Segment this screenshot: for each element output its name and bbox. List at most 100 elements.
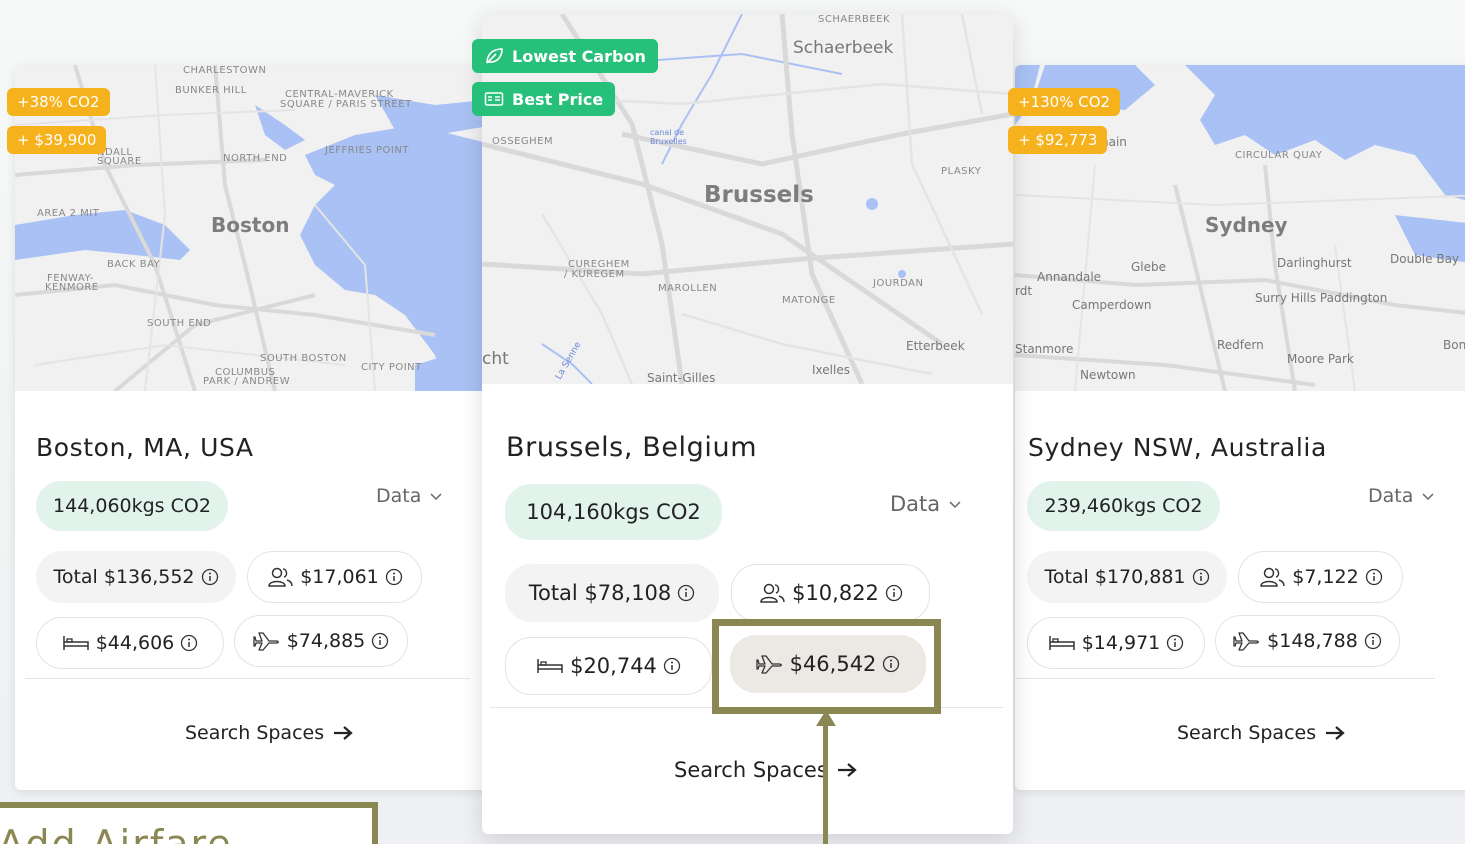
map-sublabel: Surry Hills Paddington <box>1255 291 1388 305</box>
airfare-cost-label: $148,788 <box>1267 630 1358 652</box>
map-sublabel: Ixelles <box>812 363 850 377</box>
map-label: NORTH END <box>223 153 288 164</box>
attendees-cost-pill[interactable]: $17,061 <box>247 551 422 603</box>
map-sublabel: Bruxelles <box>650 137 687 146</box>
co2-delta-badge: +130% CO2 <box>1008 88 1121 116</box>
airfare-highlight-box <box>712 619 941 714</box>
data-dropdown-label: Data <box>1368 485 1414 507</box>
map-sublabel: rdt <box>1015 284 1033 298</box>
city-title: Boston, MA, USA <box>36 433 254 462</box>
co2-pill: 239,460kgs CO2 <box>1027 481 1220 531</box>
info-icon[interactable] <box>677 584 695 602</box>
city-title: Sydney NSW, Australia <box>1028 433 1327 462</box>
price-delta-badge: + $39,900 <box>7 126 107 154</box>
attendees-cost-pill[interactable]: $7,122 <box>1238 551 1403 603</box>
data-dropdown[interactable]: Data <box>890 492 962 516</box>
search-spaces-button[interactable]: Search Spaces <box>185 722 354 744</box>
attendees-cost-label: $17,061 <box>300 566 379 588</box>
destination-card-sydney[interactable]: CIRCULAR QUAY Sydney nain Glebe Darlingh… <box>1015 65 1465 790</box>
attendees-cost-label: $10,822 <box>792 581 879 605</box>
info-icon[interactable] <box>1166 634 1184 652</box>
airplane-icon <box>253 632 279 651</box>
chevron-down-icon <box>949 501 961 509</box>
chevron-down-icon <box>1422 493 1434 501</box>
info-icon[interactable] <box>201 568 219 586</box>
total-cost-label: Total $136,552 <box>53 566 195 588</box>
map-label: CIRCULAR QUAY <box>1235 150 1323 161</box>
map-label: CHARLESTOWN <box>183 65 267 76</box>
info-icon[interactable] <box>371 632 389 650</box>
lodging-cost-pill[interactable]: $44,606 <box>36 617 224 669</box>
map-label: JOURDAN <box>873 278 924 289</box>
search-spaces-label: Search Spaces <box>185 722 325 744</box>
map-label: SOUTH END <box>147 318 212 329</box>
total-cost-pill[interactable]: Total $78,108 <box>505 564 719 622</box>
bed-icon <box>1048 636 1075 650</box>
destination-card-boston[interactable]: CHARLESTOWN BUNKER HILL CENTRAL-MAVERICK… <box>15 65 495 790</box>
price-tag-icon <box>484 92 504 106</box>
attendees-cost-pill[interactable]: $10,822 <box>731 564 930 622</box>
map-sublabel: Stanmore <box>1015 342 1074 356</box>
co2-delta-badge: +38% CO2 <box>7 88 110 116</box>
data-dropdown[interactable]: Data <box>1368 485 1435 507</box>
attendees-cost-label: $7,122 <box>1292 566 1359 588</box>
map-city-label: Sydney <box>1205 213 1288 237</box>
total-cost-label: Total $170,881 <box>1044 566 1186 588</box>
info-icon[interactable] <box>1364 632 1382 650</box>
divider <box>1015 678 1435 679</box>
map-label: SCHAERBEEK <box>818 14 891 25</box>
add-airfare-callout-text: Add Airfare <box>0 822 233 844</box>
map-sublabel: Moore Park <box>1287 352 1354 366</box>
map-label: BUNKER HILL <box>175 85 247 96</box>
map-sublabel: Schaerbeek <box>793 38 894 58</box>
map-sublabel: cht <box>482 349 509 369</box>
airplane-icon <box>1233 632 1260 651</box>
add-airfare-callout: Add Airfare <box>0 802 378 844</box>
search-spaces-button[interactable]: Search Spaces <box>674 758 858 782</box>
map-label: MATONGE <box>782 295 836 306</box>
info-icon[interactable] <box>385 568 403 586</box>
lodging-cost-pill[interactable]: $14,971 <box>1027 617 1205 669</box>
data-dropdown-label: Data <box>890 492 941 516</box>
airfare-cost-label: $74,885 <box>286 630 366 652</box>
callout-arrow-line <box>823 720 828 844</box>
info-icon[interactable] <box>1192 568 1210 586</box>
info-icon[interactable] <box>1365 568 1383 586</box>
lodging-cost-pill[interactable]: $20,744 <box>505 637 712 695</box>
search-spaces-button[interactable]: Search Spaces <box>1177 722 1346 744</box>
airfare-cost-pill[interactable]: $74,885 <box>234 615 408 667</box>
total-cost-pill[interactable]: Total $136,552 <box>36 551 236 603</box>
lowest-carbon-label: Lowest Carbon <box>512 46 646 66</box>
map-sublabel: Annandale <box>1037 270 1102 284</box>
search-spaces-label: Search Spaces <box>1177 722 1317 744</box>
city-title: Brussels, Belgium <box>506 432 758 463</box>
map-sublabel: Redfern <box>1217 338 1264 352</box>
total-cost-pill[interactable]: Total $170,881 <box>1027 551 1227 603</box>
map-label: SQUARE <box>97 156 142 167</box>
people-icon <box>268 567 293 587</box>
best-price-badge: Best Price <box>472 82 616 116</box>
map-sublabel: Bon <box>1443 338 1465 352</box>
map-label: AREA 2 MIT <box>37 208 100 219</box>
people-icon <box>760 583 785 603</box>
map-label: CITY POINT <box>361 362 422 373</box>
data-dropdown[interactable]: Data <box>376 485 443 507</box>
info-icon[interactable] <box>180 634 198 652</box>
map-label: PARK / ANDREW <box>203 376 291 387</box>
lodging-cost-label: $14,971 <box>1081 632 1161 654</box>
map-label: / KUREGEM <box>564 269 625 280</box>
map-sublabel: Etterbeek <box>906 339 965 353</box>
map-label: BACK BAY <box>107 259 161 270</box>
map-sublabel: Darlinghurst <box>1277 256 1352 270</box>
info-icon[interactable] <box>663 657 681 675</box>
map-label: SOUTH BOSTON <box>260 353 347 364</box>
lodging-cost-label: $20,744 <box>570 654 657 678</box>
map-label: KENMORE <box>45 282 99 293</box>
data-dropdown-label: Data <box>376 485 422 507</box>
info-icon[interactable] <box>885 584 903 602</box>
airfare-cost-pill[interactable]: $148,788 <box>1215 615 1400 667</box>
map-sublabel: Saint-Gilles <box>647 371 716 384</box>
map-city-label: Brussels <box>704 182 814 208</box>
bed-icon <box>62 636 89 650</box>
co2-pill: 104,160kgs CO2 <box>505 484 722 540</box>
